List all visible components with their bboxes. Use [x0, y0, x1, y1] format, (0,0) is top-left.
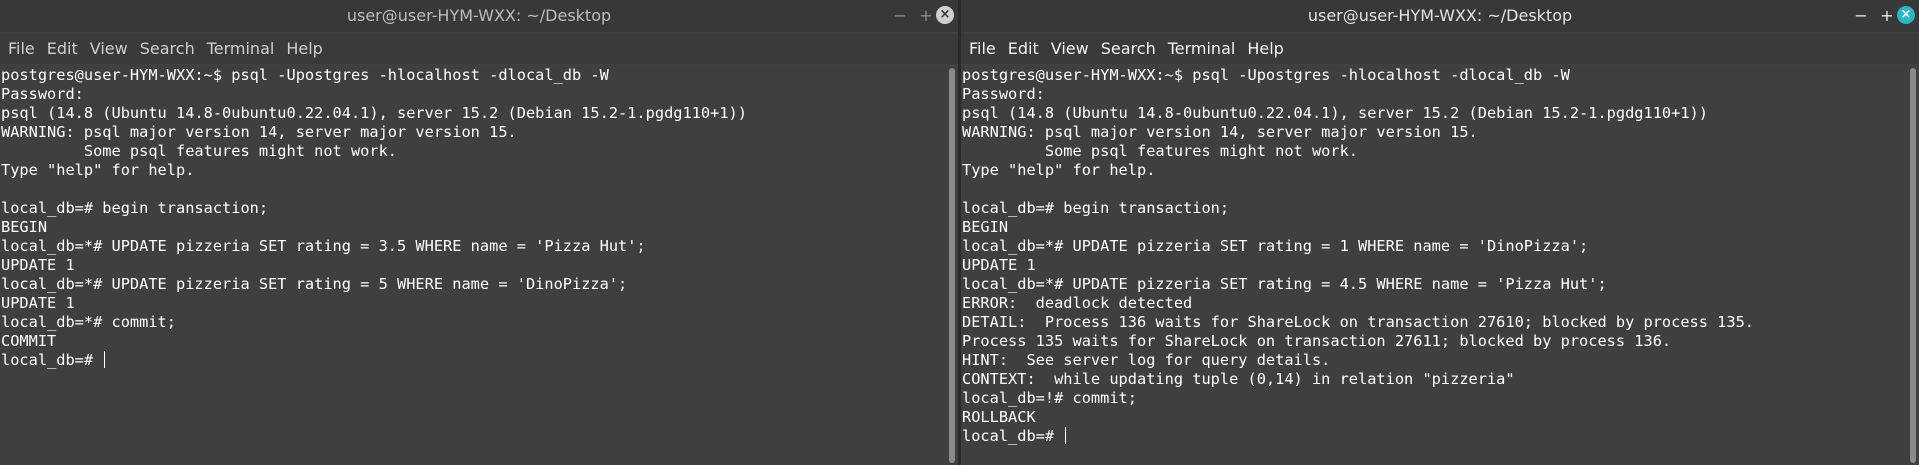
menu-search[interactable]: Search [134, 34, 201, 64]
menu-help[interactable]: Help [1241, 34, 1289, 64]
prompt-text: local_db=# [1, 351, 103, 369]
menu-view[interactable]: View [84, 34, 134, 64]
menu-terminal[interactable]: Terminal [201, 34, 281, 64]
terminal-output[interactable]: postgres@user-HYM-WXX:~$ psql -Upostgres… [961, 66, 1905, 465]
menu-terminal[interactable]: Terminal [1162, 34, 1242, 64]
scrollbar[interactable] [1905, 66, 1919, 465]
terminal-line: HINT: See server log for query details. [962, 351, 1331, 369]
minimize-icon[interactable]: − [890, 6, 910, 26]
terminal-line: ERROR: deadlock detected [962, 294, 1193, 312]
close-icon[interactable]: × [1897, 6, 1915, 24]
window-title: user@user-HYM-WXX: ~/Desktop [346, 6, 612, 25]
menu-view[interactable]: View [1045, 34, 1095, 64]
terminal-line: ROLLBACK [962, 408, 1036, 426]
prompt-text: local_db=# [962, 427, 1064, 445]
prompt-line[interactable]: local_db=# [0, 351, 944, 370]
menu-edit[interactable]: Edit [1002, 34, 1045, 64]
terminal-line: local_db=*# commit; [1, 313, 176, 331]
terminal-line: WARNING: psql major version 14, server m… [962, 123, 1478, 141]
terminal-output[interactable]: postgres@user-HYM-WXX:~$ psql -Upostgres… [0, 66, 944, 465]
menu-bar: File Edit View Search Terminal Help [0, 34, 958, 64]
terminal-window-left[interactable]: user@user-HYM-WXX: ~/Desktop − + × File … [0, 0, 958, 465]
terminal-line: BEGIN [1, 218, 48, 236]
terminal-line: UPDATE 1 [1, 256, 75, 274]
scrollbar[interactable] [944, 66, 958, 465]
terminal-line: CONTEXT: while updating tuple (0,14) in … [962, 370, 1515, 388]
window-title: user@user-HYM-WXX: ~/Desktop [1307, 6, 1573, 25]
terminal-line: BEGIN [962, 218, 1009, 236]
terminal-line: Password: [1, 85, 84, 103]
maximize-icon[interactable]: + [916, 6, 936, 26]
menu-file[interactable]: File [963, 34, 1002, 64]
text-cursor [1065, 427, 1067, 444]
terminal-line: postgres@user-HYM-WXX:~$ psql -Upostgres… [962, 66, 1570, 84]
terminal-line: COMMIT [1, 332, 57, 350]
terminal-window-right[interactable]: user@user-HYM-WXX: ~/Desktop − + × File … [961, 0, 1919, 465]
menu-help[interactable]: Help [280, 34, 328, 64]
terminal-line: psql (14.8 (Ubuntu 14.8-0ubuntu0.22.04.1… [1, 104, 747, 122]
terminal-line: local_db=*# UPDATE pizzeria SET rating =… [962, 275, 1607, 293]
scrollbar-thumb[interactable] [949, 68, 955, 463]
scrollbar-thumb[interactable] [1910, 68, 1916, 463]
terminal-line: UPDATE 1 [1, 294, 75, 312]
menu-search[interactable]: Search [1095, 34, 1162, 64]
terminal-line: Type "help" for help. [1, 161, 195, 179]
menu-edit[interactable]: Edit [41, 34, 84, 64]
terminal-line: local_db=# begin transaction; [1, 199, 269, 217]
terminal-line: Process 135 waits for ShareLock on trans… [962, 332, 1672, 350]
title-bar[interactable]: user@user-HYM-WXX: ~/Desktop − + × [0, 0, 958, 32]
terminal-line: postgres@user-HYM-WXX:~$ psql -Upostgres… [1, 66, 609, 84]
terminal-line: Some psql features might not work. [962, 142, 1359, 160]
prompt-line[interactable]: local_db=# [961, 427, 1905, 446]
menu-bar: File Edit View Search Terminal Help [961, 34, 1919, 64]
terminal-line: Password: [962, 85, 1045, 103]
minimize-icon[interactable]: − [1851, 6, 1871, 26]
title-bar[interactable]: user@user-HYM-WXX: ~/Desktop − + × [961, 0, 1919, 32]
terminal-line: UPDATE 1 [962, 256, 1036, 274]
terminal-line: WARNING: psql major version 14, server m… [1, 123, 517, 141]
text-cursor [104, 351, 106, 368]
close-icon[interactable]: × [936, 6, 954, 24]
terminal-line: DETAIL: Process 136 waits for ShareLock … [962, 313, 1755, 331]
terminal-line: local_db=*# UPDATE pizzeria SET rating =… [1, 275, 628, 293]
maximize-icon[interactable]: + [1877, 6, 1897, 26]
terminal-line: local_db=# begin transaction; [962, 199, 1230, 217]
menu-file[interactable]: File [2, 34, 41, 64]
terminal-line: local_db=*# UPDATE pizzeria SET rating =… [1, 237, 646, 255]
terminal-line: Type "help" for help. [962, 161, 1156, 179]
terminal-line: psql (14.8 (Ubuntu 14.8-0ubuntu0.22.04.1… [962, 104, 1708, 122]
terminal-line: local_db=*# UPDATE pizzeria SET rating =… [962, 237, 1589, 255]
terminal-line: local_db=!# commit; [962, 389, 1137, 407]
terminal-line: Some psql features might not work. [1, 142, 398, 160]
